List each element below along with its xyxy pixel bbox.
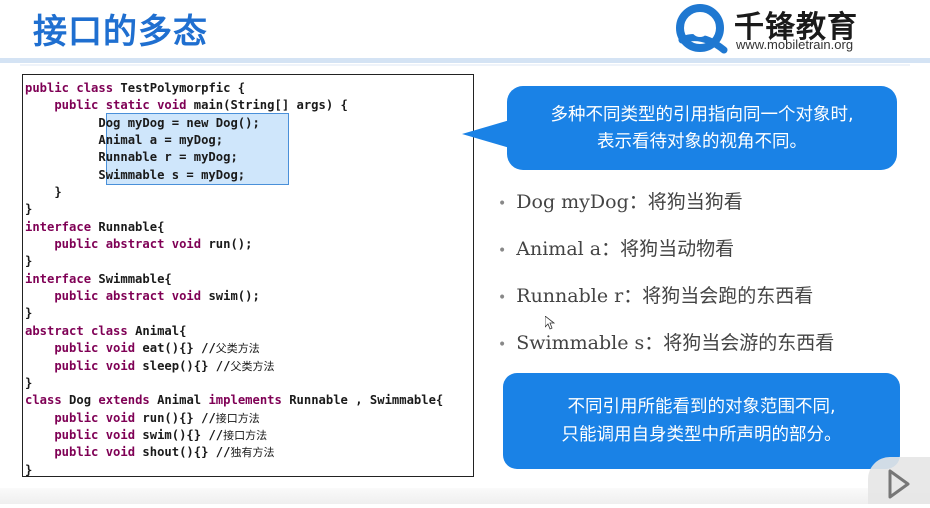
code-comment: 父类方法 — [215, 342, 260, 356]
code-keyword: public void — [25, 410, 143, 425]
code-line: abstract class Animal{ — [25, 323, 443, 340]
code-line: public static void main(String[] args) { — [25, 97, 443, 114]
logo-q-icon — [676, 4, 728, 54]
code-line: } — [25, 305, 443, 322]
bullet-text: Animal a：将狗当动物看 — [516, 238, 735, 260]
code-line: } — [25, 462, 443, 479]
code-text: run(); — [208, 237, 253, 252]
code-comment: 独有方法 — [230, 446, 275, 460]
code-text: sleep(){} // — [142, 358, 231, 373]
code-keyword: public abstract void — [25, 289, 209, 304]
code-line: Dog myDog = new Dog(); — [25, 115, 443, 132]
code-line: public void sleep(){} //父类方法 — [25, 358, 443, 375]
code-text: Swimmable s = myDog; — [25, 167, 246, 182]
code-block: public class TestPolymorpfic { public st… — [22, 74, 474, 477]
code-keyword: abstract class — [25, 323, 136, 338]
mouse-cursor-icon — [545, 316, 555, 330]
callout-pointer — [462, 120, 510, 148]
code-text: Runnable{ — [98, 219, 165, 234]
code-line: } — [25, 184, 443, 201]
code-text: eat(){} // — [142, 341, 216, 356]
code-text: swim(); — [208, 289, 260, 304]
code-keyword: public void — [25, 445, 143, 460]
bullet-item: • Swimmable s：将狗当会游的东西看 — [498, 327, 834, 374]
code-text: } — [25, 375, 33, 390]
code-keyword: implements — [208, 393, 290, 408]
slide-title: 接口的多态 — [33, 12, 208, 52]
code-text: TestPolymorpfic { — [120, 81, 246, 95]
player-bottom-bar — [0, 488, 930, 504]
callout-perspective: 多种不同类型的引用指向同一个对象时, 表示看待对象的视角不同。 — [507, 86, 897, 170]
code-line: interface Runnable{ — [25, 219, 443, 236]
bullet-item: • Dog myDog：将狗当狗看 — [498, 186, 834, 233]
code-line: public abstract void run(); — [25, 236, 443, 253]
bullet-text: Dog myDog：将狗当狗看 — [516, 191, 743, 213]
code-line: } — [25, 253, 443, 270]
code-keyword: public void — [25, 358, 143, 373]
code-keyword: public class — [25, 81, 121, 95]
code-keyword: public abstract void — [25, 237, 209, 252]
callout-perspective-line1: 多种不同类型的引用指向同一个对象时, — [550, 105, 854, 125]
play-button[interactable] — [868, 457, 930, 504]
header-divider — [0, 58, 930, 63]
code-comment: 父类方法 — [230, 359, 275, 373]
code-line: } — [25, 201, 443, 218]
callout-scope-line1: 不同引用所能看到的对象范围不同, — [567, 397, 836, 417]
code-keyword: class — [25, 393, 70, 408]
code-text: } — [25, 254, 33, 269]
code-line: } — [25, 375, 443, 392]
code-text: Swimmable{ — [98, 271, 172, 286]
code-text: } — [25, 462, 33, 477]
code-text: Runnable , Swimmable{ — [289, 393, 444, 408]
bullet-text: Runnable r：将狗当会跑的东西看 — [516, 285, 814, 307]
code-line: public abstract void swim(); — [25, 288, 443, 305]
bullet-text: Swimmable s：将狗当会游的东西看 — [516, 332, 835, 354]
code-text: Dog myDog = new Dog(); — [25, 115, 260, 130]
code-keyword: public void — [25, 427, 143, 442]
code-keyword: public static void — [25, 98, 194, 113]
code-text: } — [25, 306, 33, 321]
bullet-item: • Animal a：将狗当动物看 — [498, 233, 834, 280]
callout-perspective-line2: 表示看待对象的视角不同。 — [597, 132, 807, 152]
code-text: swim(){} // — [142, 427, 224, 442]
play-icon — [888, 469, 910, 499]
bullet-list: • Dog myDog：将狗当狗看 • Animal a：将狗当动物看 • Runna… — [498, 186, 834, 374]
code-keyword: public void — [25, 341, 143, 356]
code-line: public void shout(){} //独有方法 — [25, 444, 443, 461]
code-line: interface Swimmable{ — [25, 271, 443, 288]
code-line: public void swim(){} //接口方法 — [25, 427, 443, 444]
code-text: } — [25, 202, 33, 217]
code-line: public class TestPolymorpfic { — [25, 80, 443, 97]
code-text: run(){} // — [142, 410, 216, 425]
code-text: shout(){} // — [142, 445, 231, 460]
code-text: Animal a = myDog; — [25, 133, 224, 148]
header-divider-shadow — [20, 64, 910, 66]
code-text: Animal{ — [135, 323, 187, 338]
code-keyword: extends — [98, 393, 158, 408]
code-line: Runnable r = myDog; — [25, 149, 443, 166]
code-line: class Dog extends Animal implements Runn… — [25, 392, 443, 409]
code-comment: 接口方法 — [223, 428, 268, 442]
code-line: public void run(){} //接口方法 — [25, 410, 443, 427]
code-text: Dog — [69, 393, 99, 408]
code-line: Animal a = myDog; — [25, 132, 443, 149]
callout-scope-line2: 只能调用自身类型中所声明的部分。 — [561, 425, 842, 445]
code-lines: public class TestPolymorpfic { public st… — [25, 80, 443, 479]
code-text: Runnable r = myDog; — [25, 150, 238, 165]
code-line: Swimmable s = myDog; — [25, 167, 443, 184]
code-text: Animal — [157, 393, 209, 408]
code-keyword: interface — [25, 271, 99, 286]
code-keyword: interface — [25, 219, 99, 234]
logo-url: www.mobiletrain.org — [736, 37, 854, 52]
callout-scope: 不同引用所能看到的对象范围不同, 只能调用自身类型中所声明的部分。 — [503, 373, 900, 469]
bullet-dot-icon: • — [498, 337, 507, 353]
bullet-dot-icon: • — [498, 243, 507, 259]
brand-logo: 千锋教育 www.mobiletrain.org — [672, 0, 912, 58]
bullet-dot-icon: • — [498, 196, 507, 212]
code-line: public void eat(){} //父类方法 — [25, 340, 443, 357]
bullet-dot-icon: • — [498, 290, 507, 306]
code-comment: 接口方法 — [215, 411, 260, 425]
code-text: main(String[] args) { — [193, 98, 348, 113]
code-text: } — [25, 185, 62, 200]
